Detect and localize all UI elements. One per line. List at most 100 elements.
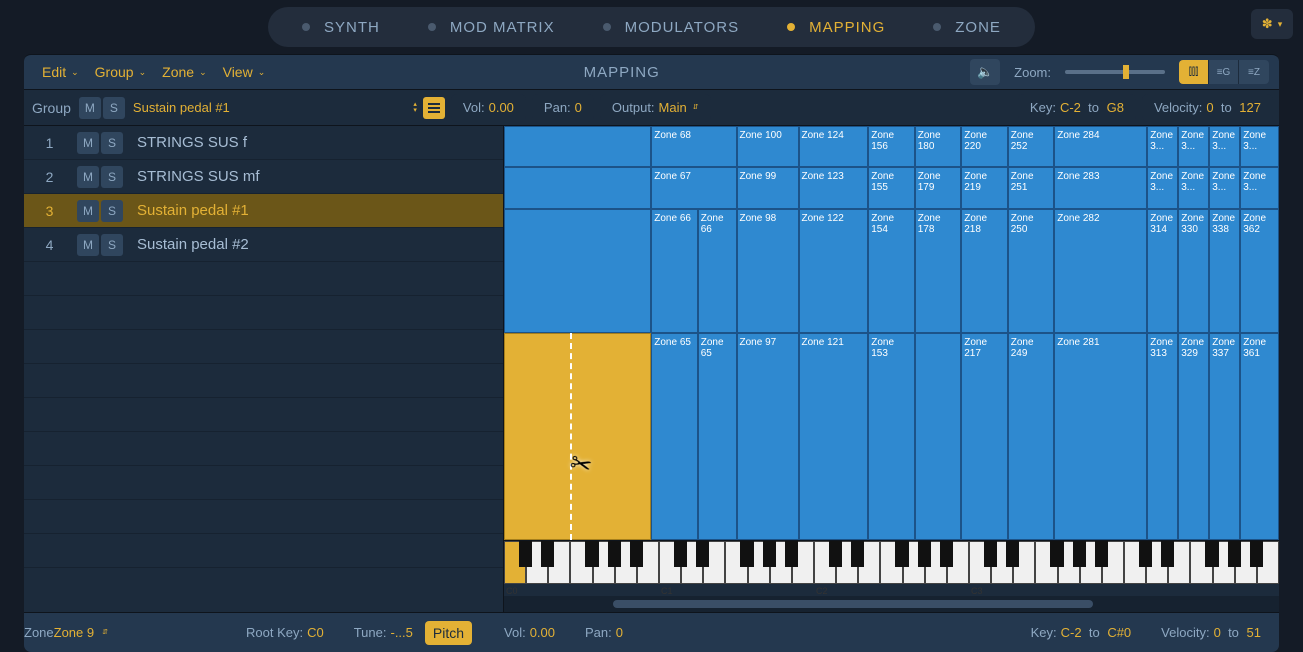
black-key[interactable]	[696, 541, 709, 567]
zone-name-dropdown[interactable]: Zone 9 ⇵	[54, 625, 108, 640]
view-mode-button-2[interactable]: ≡Z	[1239, 60, 1269, 84]
black-key[interactable]	[785, 541, 798, 567]
tab-zone[interactable]: ZONE	[909, 7, 1025, 47]
zone-cell[interactable]: Zone 156	[868, 126, 915, 167]
group-row[interactable]: 2MSSTRINGS SUS mf	[24, 160, 503, 194]
preview-speaker-button[interactable]: 🔈	[970, 59, 1000, 85]
zone-cell[interactable]: Zone 250	[1008, 209, 1055, 333]
zone-cell[interactable]: Zone 65	[651, 333, 698, 540]
zone-cell[interactable]: Zone 124	[799, 126, 869, 167]
zone-cell[interactable]: Zone 217	[961, 333, 1008, 540]
zoom-slider[interactable]	[1065, 70, 1165, 74]
black-key[interactable]	[674, 541, 687, 567]
zone-cell[interactable]: Zone 3...	[1147, 126, 1178, 167]
black-key[interactable]	[984, 541, 997, 567]
zone-cell[interactable]: Zone 3...	[1209, 126, 1240, 167]
group-velocity-range-field[interactable]: Velocity:0 to 127	[1142, 94, 1273, 122]
mute-button[interactable]: M	[77, 166, 99, 188]
tab-synth[interactable]: SYNTH	[278, 7, 404, 47]
zone-cell[interactable]: Zone 155	[868, 167, 915, 208]
zone-cell[interactable]: Zone 99	[737, 167, 799, 208]
zone-cell[interactable]: Zone 284	[1054, 126, 1147, 167]
zone-cell[interactable]: Zone 362	[1240, 209, 1279, 333]
black-key[interactable]	[1006, 541, 1019, 567]
zone-cell[interactable]: Zone 68	[651, 126, 736, 167]
tab-mapping[interactable]: MAPPING	[763, 7, 909, 47]
black-key[interactable]	[1095, 541, 1108, 567]
zone-cell[interactable]	[504, 209, 651, 333]
zone-cell[interactable]: Zone 3...	[1240, 167, 1279, 208]
black-key[interactable]	[541, 541, 554, 567]
menu-edit[interactable]: Edit⌄	[34, 64, 87, 80]
zone-cell[interactable]: Zone 65	[698, 333, 737, 540]
zone-cell[interactable]: Zone 123	[799, 167, 869, 208]
zone-cell[interactable]: Zone 249	[1008, 333, 1055, 540]
settings-gear-button[interactable]: ✽ ▾	[1251, 9, 1293, 39]
zone-pitch-button[interactable]: Pitch	[425, 621, 472, 645]
zone-cell[interactable]: Zone 100	[737, 126, 799, 167]
zone-cell[interactable]	[504, 126, 651, 167]
output-stepper[interactable]: ⇵	[693, 105, 699, 111]
black-key[interactable]	[1250, 541, 1263, 567]
menu-view[interactable]: View⌄	[215, 64, 274, 80]
mute-button[interactable]: M	[79, 97, 101, 119]
zone-cell[interactable]: Zone 67	[651, 167, 736, 208]
black-key[interactable]	[940, 541, 953, 567]
black-key[interactable]	[630, 541, 643, 567]
black-key[interactable]	[1050, 541, 1063, 567]
solo-button[interactable]: S	[101, 200, 123, 222]
mute-button[interactable]: M	[77, 132, 99, 154]
menu-group[interactable]: Group⌄	[87, 64, 154, 80]
zone-cell[interactable]: Zone 178	[915, 209, 962, 333]
mute-button[interactable]: M	[77, 234, 99, 256]
horizontal-scrollbar[interactable]	[504, 596, 1279, 612]
group-row[interactable]: 1MSSTRINGS SUS f	[24, 126, 503, 160]
zone-cell[interactable]: Zone 338	[1209, 209, 1240, 333]
zone-cell[interactable]: Zone 121	[799, 333, 869, 540]
black-key[interactable]	[519, 541, 532, 567]
zone-key-range-field[interactable]: Key:C-2 to C#0	[1019, 619, 1144, 647]
zone-cell[interactable]: Zone 179	[915, 167, 962, 208]
zone-cell[interactable]: Zone 251	[1008, 167, 1055, 208]
zone-cell[interactable]: Zone 313	[1147, 333, 1178, 540]
zone-cell[interactable]: Zone 97	[737, 333, 799, 540]
black-key[interactable]	[1073, 541, 1086, 567]
solo-button[interactable]: S	[101, 132, 123, 154]
zone-rootkey-field[interactable]: Root Key:C0	[234, 619, 336, 647]
scrollbar-thumb[interactable]	[613, 600, 1094, 608]
zone-cell[interactable]: Zone 219	[961, 167, 1008, 208]
black-key[interactable]	[829, 541, 842, 567]
zone-cell[interactable]: Zone 3...	[1178, 167, 1209, 208]
view-mode-button-0[interactable]: ⫿⫿⫿	[1179, 60, 1209, 84]
black-key[interactable]	[1205, 541, 1218, 567]
group-list-button[interactable]	[423, 97, 445, 119]
group-pan-field[interactable]: Pan:0	[532, 94, 594, 122]
zone-cell[interactable]: Zone 153	[868, 333, 915, 540]
zone-cell[interactable]: Zone 3...	[1147, 167, 1178, 208]
black-key[interactable]	[763, 541, 776, 567]
zone-cell[interactable]	[915, 333, 962, 540]
group-row[interactable]: 4MSSustain pedal #2	[24, 228, 503, 262]
zone-velocity-range-field[interactable]: Velocity:0 to 51	[1149, 619, 1273, 647]
zone-cell[interactable]: Zone 283	[1054, 167, 1147, 208]
zone-cell[interactable]: Zone 361	[1240, 333, 1279, 540]
black-key[interactable]	[1161, 541, 1174, 567]
zone-cell[interactable]: Zone 281	[1054, 333, 1147, 540]
zone-tune-field[interactable]: Tune:-...5	[342, 619, 425, 647]
tab-mod-matrix[interactable]: MOD MATRIX	[404, 7, 579, 47]
zone-cell[interactable]: Zone 337	[1209, 333, 1240, 540]
zoom-slider-thumb[interactable]	[1123, 65, 1129, 79]
solo-button[interactable]: S	[101, 166, 123, 188]
zone-cell[interactable]: Zone 66	[698, 209, 737, 333]
black-key[interactable]	[585, 541, 598, 567]
black-key[interactable]	[895, 541, 908, 567]
group-stepper[interactable]: ▴▾	[413, 102, 417, 114]
group-key-range-field[interactable]: Key:C-2 to G8	[1018, 94, 1136, 122]
zone-cell[interactable]: Zone 66	[651, 209, 698, 333]
zone-cell[interactable]	[504, 167, 651, 208]
black-key[interactable]	[1228, 541, 1241, 567]
zone-cell[interactable]: Zone 154	[868, 209, 915, 333]
black-key[interactable]	[608, 541, 621, 567]
zone-vol-field[interactable]: Vol:0.00	[492, 619, 567, 647]
zone-cell[interactable]: Zone 3...	[1209, 167, 1240, 208]
